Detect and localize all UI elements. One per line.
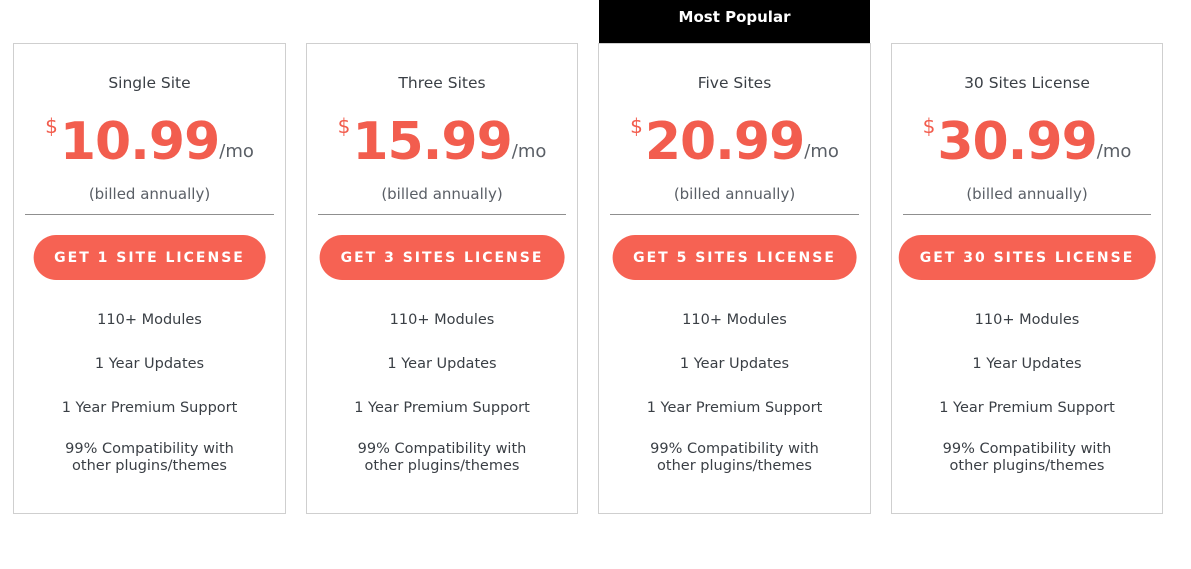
plan-title: Five Sites <box>697 74 772 92</box>
feature-item: 110+ Modules <box>389 312 495 328</box>
price-period: /mo <box>1096 141 1132 162</box>
pricing-card-30-sites: 30 Sites License $ 30.99 /mo (billed ann… <box>891 43 1163 514</box>
billing-note: (billed annually) <box>88 185 211 203</box>
feature-item: 1 Year Updates <box>387 356 497 372</box>
get-3-sites-license-button[interactable]: GET 3 SITES LICENSE <box>319 235 565 280</box>
feature-item: 110+ Modules <box>682 312 787 328</box>
feature-line: 99% Compatibility with <box>357 441 527 457</box>
feature-item: 1 Year Updates <box>972 356 1082 372</box>
price: $ 15.99 /mo <box>307 112 577 172</box>
price: $ 10.99 /mo <box>14 112 285 172</box>
feature-item: 99% Compatibility with other plugins/them… <box>307 441 577 485</box>
get-1-site-license-button[interactable]: GET 1 SITE LICENSE <box>33 235 266 280</box>
plan-title: Single Site <box>108 74 191 92</box>
feature-item: 1 Year Premium Support <box>61 400 238 416</box>
feature-line: 99% Compatibility with <box>942 441 1112 457</box>
currency-symbol: $ <box>922 114 936 138</box>
price: $ 20.99 /mo <box>599 112 870 172</box>
pricing-card-single-site: Single Site $ 10.99 /mo (billed annually… <box>13 43 286 514</box>
billing-note: (billed annually) <box>381 185 503 203</box>
currency-symbol: $ <box>630 114 643 138</box>
billing-note: (billed annually) <box>966 185 1088 203</box>
price-amount: 30.99 <box>937 112 1097 172</box>
most-popular-badge: Most Popular <box>599 0 870 43</box>
price-period: /mo <box>219 141 254 162</box>
feature-item: 1 Year Premium Support <box>939 400 1115 416</box>
plan-title: 30 Sites License <box>964 74 1090 92</box>
divider <box>610 214 859 215</box>
price-period: /mo <box>804 141 839 162</box>
feature-item: 110+ Modules <box>974 312 1080 328</box>
plan-title: Three Sites <box>398 74 486 92</box>
feature-line: 99% Compatibility with <box>650 441 819 457</box>
feature-item: 1 Year Premium Support <box>646 400 823 416</box>
feature-list: 110+ Modules 1 Year Updates 1 Year Premi… <box>599 309 870 485</box>
feature-item: 99% Compatibility with other plugins/them… <box>599 441 870 485</box>
feature-line: other plugins/themes <box>72 458 227 474</box>
feature-line: other plugins/themes <box>949 458 1105 474</box>
feature-item: 110+ Modules <box>97 312 202 328</box>
feature-list: 110+ Modules 1 Year Updates 1 Year Premi… <box>307 309 577 485</box>
most-popular-label: Most Popular <box>678 7 791 26</box>
feature-item: 99% Compatibility with other plugins/them… <box>892 441 1162 485</box>
currency-symbol: $ <box>337 114 351 138</box>
pricing-card-three-sites: Three Sites $ 15.99 /mo (billed annually… <box>306 43 578 514</box>
divider <box>903 214 1151 215</box>
price-amount: 15.99 <box>352 112 512 172</box>
feature-item: 1 Year Updates <box>94 356 205 372</box>
billing-note: (billed annually) <box>673 185 796 203</box>
get-5-sites-license-button[interactable]: GET 5 SITES LICENSE <box>612 235 857 280</box>
feature-line: other plugins/themes <box>364 458 520 474</box>
feature-item: 99% Compatibility with other plugins/them… <box>14 441 285 485</box>
feature-item: 1 Year Premium Support <box>354 400 530 416</box>
price: $ 30.99 /mo <box>892 112 1162 172</box>
divider <box>318 214 566 215</box>
price-amount: 20.99 <box>644 112 805 172</box>
feature-list: 110+ Modules 1 Year Updates 1 Year Premi… <box>14 309 285 485</box>
pricing-card-five-sites: Five Sites $ 20.99 /mo (billed annually)… <box>598 43 871 514</box>
feature-item: 1 Year Updates <box>679 356 790 372</box>
currency-symbol: $ <box>45 114 58 138</box>
feature-line: 99% Compatibility with <box>65 441 234 457</box>
divider <box>25 214 274 215</box>
price-amount: 10.99 <box>59 112 220 172</box>
price-period: /mo <box>511 141 547 162</box>
feature-list: 110+ Modules 1 Year Updates 1 Year Premi… <box>892 309 1162 485</box>
get-30-sites-license-button[interactable]: GET 30 SITES LICENSE <box>898 235 1156 280</box>
feature-line: other plugins/themes <box>657 458 812 474</box>
